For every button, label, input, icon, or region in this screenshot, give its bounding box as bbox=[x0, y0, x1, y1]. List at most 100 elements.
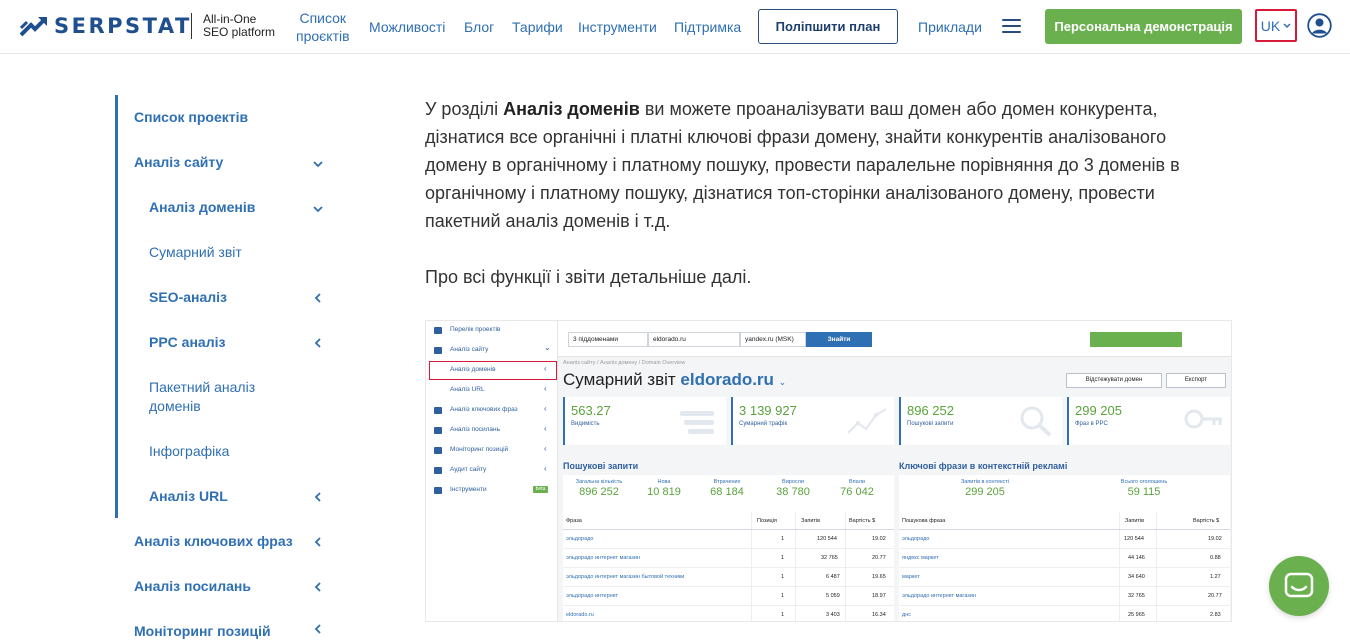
serpstat-logo[interactable]: SERPSTAT bbox=[20, 14, 192, 38]
shot-title: Сумарний звіт eldorado.ru ⌄ bbox=[563, 370, 786, 390]
shot-organic-panel: Загальна кількість 896 252 Нова 10 819 В… bbox=[563, 475, 894, 621]
cell-cost: 19.02 bbox=[872, 536, 886, 542]
nav-blog[interactable]: Блог bbox=[464, 18, 494, 36]
upgrade-plan-button[interactable]: Поліпшити план bbox=[758, 9, 898, 44]
shot-search-button: Знайти bbox=[806, 332, 872, 347]
shot-export-button: Експорт bbox=[1166, 373, 1226, 388]
shot-domain-input: eldorado.ru bbox=[648, 332, 740, 347]
cell-position: 1 bbox=[781, 593, 785, 599]
sidebar-item-infographics[interactable]: Інфографіка bbox=[149, 442, 229, 461]
sidebar-item-site-analysis[interactable]: Аналіз сайту bbox=[134, 153, 223, 172]
tagline-line-2: SEO platform bbox=[203, 25, 276, 39]
sidebar-item-ppc-analysis[interactable]: PPC аналіз bbox=[149, 333, 225, 352]
sidebar-item-url-analysis[interactable]: Аналіз URL bbox=[149, 487, 228, 506]
shot-title-domain: eldorado.ru bbox=[680, 370, 774, 389]
stat-value: 896 252 bbox=[579, 486, 619, 498]
cell-volume: 34 640 bbox=[1128, 574, 1145, 580]
cell-cost: 0.88 bbox=[1210, 555, 1221, 561]
hamburger-menu-icon[interactable] bbox=[1002, 19, 1021, 33]
shot-title-text: Сумарний звіт bbox=[563, 370, 676, 389]
nav-features[interactable]: Можливості bbox=[369, 18, 445, 36]
chat-icon bbox=[1284, 572, 1314, 598]
sidebar-item-seo-analysis[interactable]: SEO-аналіз bbox=[149, 288, 227, 307]
stat-label: Запитів в контексті bbox=[960, 479, 1010, 485]
chevron-down-icon[interactable] bbox=[312, 203, 324, 215]
chevron-left-icon: ‹ bbox=[544, 444, 547, 453]
nav-pricing[interactable]: Тарифи bbox=[512, 18, 563, 36]
site-icon bbox=[434, 347, 442, 354]
sidebar-item-batch-analysis[interactable]: Пакетний аналіз доменів bbox=[149, 378, 255, 416]
chevron-left-icon[interactable] bbox=[312, 581, 324, 593]
stat-value: 10 819 bbox=[647, 486, 681, 498]
nav-support[interactable]: Підтримка bbox=[674, 18, 741, 36]
docs-sidebar: Список проектів Аналіз сайту Аналіз доме… bbox=[115, 95, 345, 639]
user-account-icon[interactable] bbox=[1307, 13, 1332, 38]
stat-ppc-queries: Запитів в контексті 299 205 bbox=[935, 479, 1035, 498]
cell-cost: 16.34 bbox=[872, 612, 886, 618]
cell-position: 1 bbox=[781, 612, 785, 618]
language-label: UK bbox=[1260, 17, 1281, 34]
stat-label: Загальна кількість bbox=[575, 479, 623, 485]
stat-value: 38 780 bbox=[776, 486, 810, 498]
chevron-down-icon: ⌄ bbox=[778, 377, 787, 387]
card-value: 563.27 bbox=[571, 403, 611, 418]
chevron-down-icon[interactable] bbox=[312, 158, 324, 170]
cell-phrase: eldorado.ru bbox=[566, 612, 594, 618]
cell-volume: 44 146 bbox=[1128, 555, 1145, 561]
stat-new: Нова 10 819 bbox=[639, 479, 689, 498]
logo-tagline: All-in-One SEO platform bbox=[203, 13, 275, 39]
cell-cost: 20.77 bbox=[872, 555, 886, 561]
personal-demo-button[interactable]: Персональна демонстрація bbox=[1045, 9, 1242, 44]
domain-overview-screenshot: Перелік проектів Аналіз сайту ⌄ Аналіз д… bbox=[425, 320, 1232, 622]
language-selector[interactable]: UK bbox=[1255, 9, 1297, 42]
stat-lost: Втрачених 68 184 bbox=[701, 479, 753, 498]
chat-widget-button[interactable] bbox=[1269, 556, 1329, 616]
stat-total: Загальна кількість 896 252 bbox=[569, 479, 629, 498]
card-label: Сумарний трафік bbox=[739, 421, 788, 427]
intro-text-line-5: пакетний аналіз доменів і т.д. bbox=[425, 211, 671, 231]
cell-phrase: эльдорадо bbox=[566, 536, 594, 542]
col-volume: Запитів bbox=[801, 518, 821, 524]
cell-volume: 120 544 bbox=[817, 536, 837, 542]
cell-phrase: эльдорадо интернет магазин bbox=[902, 593, 976, 599]
shot-menu-domain-analysis: Аналіз доменів bbox=[450, 366, 496, 373]
nav-tools[interactable]: Інструменти bbox=[578, 18, 657, 36]
table-row: эльдорадо интернет магазин 32 765 20.77 bbox=[899, 587, 1230, 606]
nav-projects[interactable]: Список проєктів bbox=[296, 9, 350, 45]
nav-projects-line-2: проєктів bbox=[296, 28, 350, 44]
nav-examples[interactable]: Приклади bbox=[918, 18, 982, 36]
stat-label: Втрачених bbox=[713, 479, 741, 485]
cell-volume: 25 965 bbox=[1128, 612, 1145, 618]
table-row: эльдорадо 1 120 544 19.02 bbox=[563, 530, 894, 549]
chevron-left-icon[interactable] bbox=[312, 536, 324, 548]
cell-volume: 32 765 bbox=[821, 555, 838, 561]
chevron-left-icon[interactable] bbox=[312, 292, 324, 304]
sidebar-item-backlink-analysis[interactable]: Аналіз посилань bbox=[134, 577, 251, 596]
screenshot-search-bar: 3 піддоменами eldorado.ru yandex.ru (MSK… bbox=[558, 321, 1231, 357]
cell-volume: 32 765 bbox=[1128, 593, 1145, 599]
screenshot-left-menu: Перелік проектів Аналіз сайту ⌄ Аналіз д… bbox=[426, 321, 558, 621]
stat-ppc-ads: Всього оголошень 59 115 bbox=[1099, 479, 1189, 498]
sidebar-item-domain-analysis[interactable]: Аналіз доменів bbox=[149, 198, 255, 217]
stat-value: 76 042 bbox=[840, 486, 874, 498]
cell-cost: 19.02 bbox=[1208, 536, 1222, 542]
bars-icon bbox=[680, 411, 714, 434]
cell-phrase: днс bbox=[902, 612, 911, 618]
chevron-left-icon[interactable] bbox=[312, 337, 324, 349]
key-icon bbox=[1184, 409, 1222, 429]
sidebar-item-keyword-analysis[interactable]: Аналіз ключових фраз bbox=[134, 532, 293, 551]
chevron-left-icon[interactable] bbox=[312, 623, 324, 635]
sidebar-item-project-list[interactable]: Список проектів bbox=[134, 108, 248, 127]
intro-bold-term: Аналіз доменів bbox=[503, 99, 640, 119]
sidebar-item-summary-report[interactable]: Сумарний звіт bbox=[149, 243, 242, 262]
sidebar-item-rank-tracking[interactable]: Моніторинг позицій bbox=[134, 622, 271, 641]
cell-position: 1 bbox=[781, 536, 785, 542]
chevron-left-icon[interactable] bbox=[312, 491, 324, 503]
cell-phrase: эльдорадо интернет магазин bbox=[566, 555, 640, 561]
gear-icon bbox=[434, 487, 442, 494]
top-header: SERPSTAT All-in-One SEO platform Список … bbox=[0, 0, 1350, 54]
cell-position: 1 bbox=[781, 574, 785, 580]
list-icon bbox=[434, 327, 442, 334]
shot-card-ppc: 299 205 Фраз в PPC bbox=[1067, 397, 1230, 445]
shot-ppc-title: Ключові фрази в контекстній рекламі bbox=[899, 461, 1068, 471]
